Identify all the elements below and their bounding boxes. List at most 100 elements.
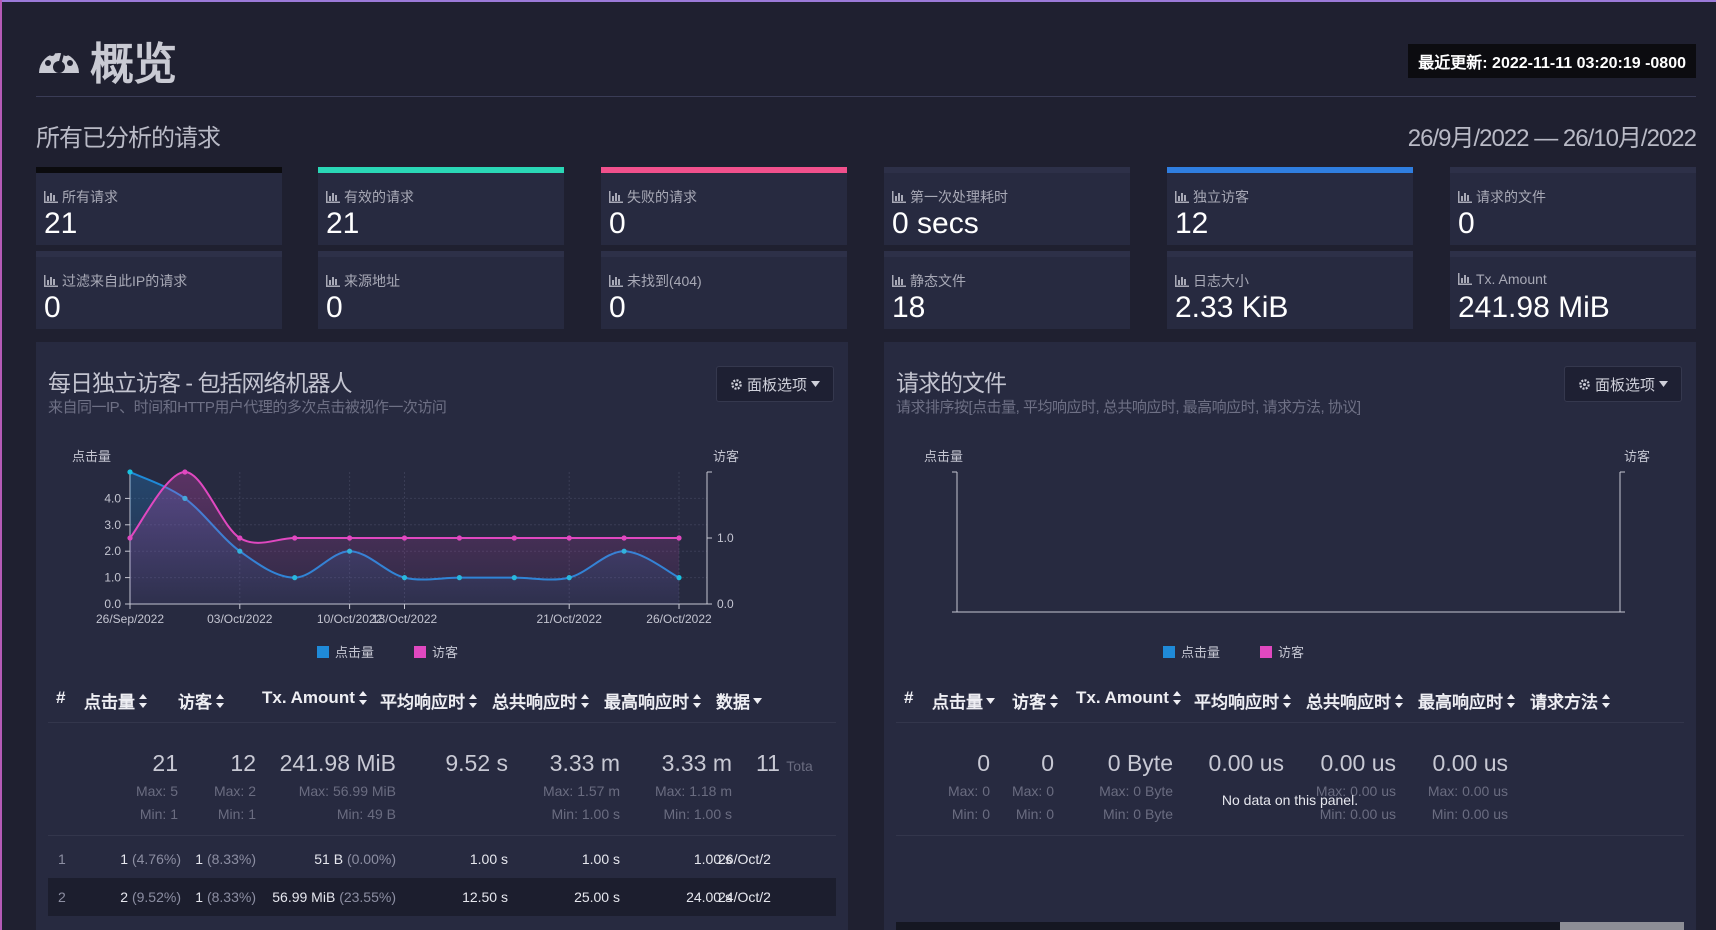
table-row[interactable]: 1 1 (4.76%) 1 (8.33%) 51 B (0.00%) 1.00 … [48, 840, 836, 878]
data-point [237, 535, 243, 541]
bar-chart-icon [44, 275, 58, 287]
sum-hits-max: Max: 5 [135, 783, 178, 799]
col-cum-time[interactable]: 总共响应时 [1306, 688, 1404, 713]
bar-chart-icon [609, 275, 623, 287]
card-value: 12 [1175, 207, 1209, 240]
bar-chart-icon [326, 191, 340, 203]
col-hits[interactable]: 点击量 [84, 688, 148, 713]
bar-chart-icon [1458, 273, 1472, 285]
card-value: 0 [609, 291, 626, 324]
y-axis-label-left: 点击量 [924, 449, 963, 464]
bar-chart-icon [1458, 191, 1472, 203]
sum-cum-min: Min: 1.00 s [551, 806, 620, 822]
bar-chart-icon [326, 275, 340, 287]
card-label: 失败的请求 [627, 189, 697, 205]
card-value: 0 [44, 291, 61, 324]
page-title-text: 概览 [90, 40, 177, 89]
sort-icon [1172, 691, 1181, 705]
sum-cum-max: Max: 1.57 m [542, 783, 620, 799]
bar-chart-icon [1175, 191, 1189, 203]
sum-max-min: Min: 1.00 s [663, 806, 732, 822]
x-tick-label: 26/Oct/2022 [646, 612, 712, 626]
date-range: 26/9月/2022 — 26/10月/2022 [1407, 125, 1697, 152]
col-max-time[interactable]: 最高响应时 [1418, 688, 1516, 713]
header-divider [36, 96, 1696, 97]
data-point [676, 535, 682, 541]
card-label: Tx. Amount [1476, 271, 1547, 287]
sum-visitors: 12 [230, 750, 256, 776]
sort-icon [469, 693, 477, 708]
y-tick-label: 1.0 [104, 571, 121, 585]
col-visitors[interactable]: 访客 [1012, 688, 1059, 713]
legend-swatch [317, 645, 329, 658]
card-label: 所有请求 [62, 189, 118, 205]
panel-description: 来自同一IP、时间和HTTP用户代理的多次点击被视作一次访问 [48, 399, 447, 416]
horizontal-scrollbar[interactable] [896, 922, 1684, 930]
sum-visitors: 0 [1041, 750, 1054, 776]
summary-divider [48, 835, 836, 836]
y-tick-label-right: 1.0 [717, 531, 734, 545]
col-method[interactable]: 请求方法 [1530, 688, 1611, 713]
bar-chart-icon [609, 191, 623, 203]
card-label: 第一次处理耗时 [910, 189, 1008, 205]
sum-max-min: Min: 0.00 us [1431, 806, 1508, 822]
last-updated-badge: 最近更新: 2022-11-11 03:20:19 -0800 [1408, 44, 1696, 78]
legend-item-visitors[interactable]: 访客 [1260, 642, 1304, 661]
chart-legend: 点击量 访客 [1163, 642, 1304, 661]
card-label: 过滤来自此IP的请求 [62, 273, 188, 289]
table-header: # 点击量 访客 Tx. Amount 平均响应时 总共响应时 最高响应时 请求… [896, 682, 1684, 723]
y-tick-label: 4.0 [104, 491, 121, 505]
sum-max-max: Max: 1.18 m [654, 783, 732, 799]
col-avg-time[interactable]: 平均响应时 [1194, 688, 1292, 713]
panel-options-label: 面板选项 [1594, 376, 1655, 394]
legend-item-visitors[interactable]: 访客 [414, 642, 458, 661]
col-tx-amount[interactable]: Tx. Amount [1076, 688, 1182, 708]
legend-label: 点击量 [335, 645, 375, 660]
col-index: # [56, 688, 66, 707]
card-label: 独立访客 [1193, 189, 1249, 205]
files-chart: 点击量 访客 [924, 449, 1650, 613]
sum-visitors-min: Min: 1 [217, 806, 256, 822]
card-referrers: 来源地址 0 [318, 251, 564, 329]
card-unique-visitors: 独立访客 12 [1167, 167, 1413, 245]
col-max-time[interactable]: 最高响应时 [604, 688, 702, 713]
col-visitors[interactable]: 访客 [178, 688, 225, 713]
col-avg-time[interactable]: 平均响应时 [380, 688, 478, 713]
sum-data: 11 Tota [756, 750, 813, 776]
col-data[interactable]: 数据 [716, 688, 762, 713]
summary-divider [896, 835, 1684, 836]
card-label: 有效的请求 [344, 189, 414, 205]
card-label: 日志大小 [1193, 273, 1249, 289]
sum-cum-min: Min: 0.00 us [1319, 806, 1396, 822]
col-hits[interactable]: 点击量 [932, 688, 995, 713]
chart-legend: 点击量 访客 [317, 642, 458, 661]
sum-avg: 0.00 us [1208, 750, 1284, 776]
col-index: # [904, 688, 914, 707]
x-tick-label: 13/Oct/2022 [372, 612, 438, 626]
sort-icon [358, 691, 367, 705]
data-point [621, 535, 627, 541]
legend-item-hits[interactable]: 点击量 [1163, 642, 1220, 661]
sum-hits: 21 [152, 750, 178, 776]
panel-options-button[interactable]: 面板选项 [1564, 366, 1682, 402]
col-cum-time[interactable]: 总共响应时 [492, 688, 590, 713]
caret-down-icon [753, 697, 762, 704]
col-tx-amount[interactable]: Tx. Amount [262, 688, 368, 708]
table-row[interactable]: 2 2 (9.52%) 1 (8.33%) 56.99 MiB (23.55%)… [48, 878, 836, 916]
sum-avg: 9.52 s [445, 750, 508, 776]
data-point [127, 469, 133, 475]
card-label: 来源地址 [344, 273, 400, 289]
card-total-requests: 所有请求 21 [36, 167, 282, 245]
data-point [401, 535, 408, 541]
no-data-message: No data on this panel. [1221, 792, 1359, 808]
data-point [347, 535, 353, 541]
card-value: 21 [44, 207, 78, 240]
card-static-files: 静态文件 18 [884, 251, 1130, 329]
top-accent-line [0, 0, 1716, 2]
legend-label: 访客 [1278, 645, 1305, 660]
scrollbar-thumb[interactable] [1560, 922, 1684, 930]
legend-swatch [414, 645, 427, 658]
panel-options-button[interactable]: 面板选项 [716, 366, 834, 402]
sum-tx-max: Max: 56.99 MiB [298, 783, 396, 799]
legend-item-hits[interactable]: 点击量 [317, 642, 374, 661]
